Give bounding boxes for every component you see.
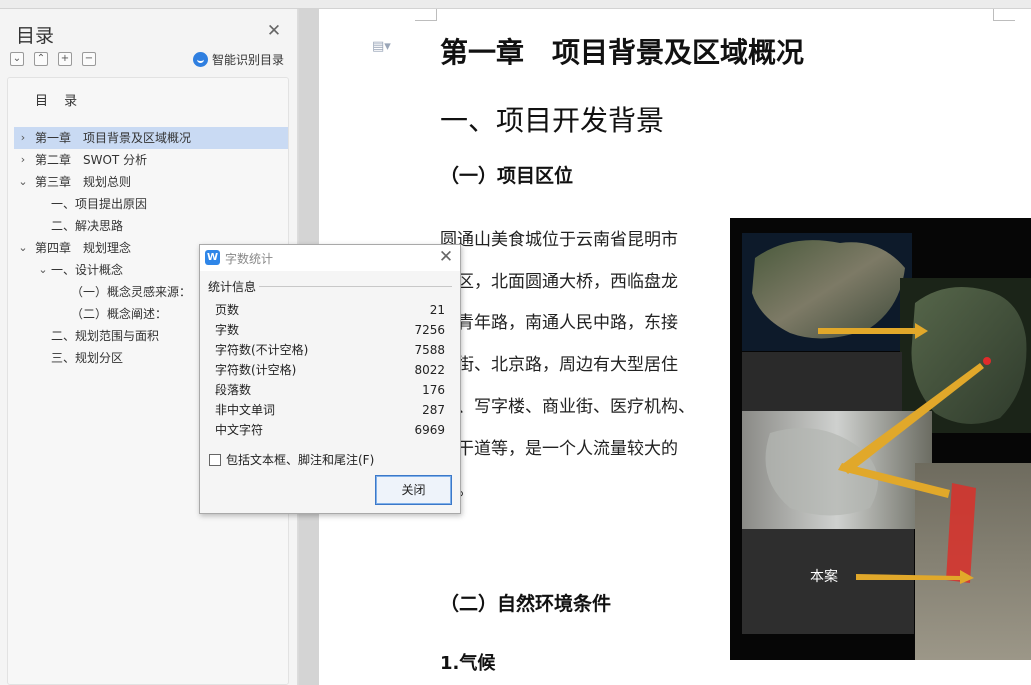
stat-value: 8022 — [414, 363, 445, 377]
close-button[interactable]: 关闭 — [375, 475, 452, 505]
toc-item-label: （一）概念灵感来源： — [71, 285, 192, 299]
section-divider — [259, 286, 452, 287]
dialog-close-icon[interactable]: ✕ — [438, 248, 454, 266]
checkbox-label: 包括文本框、脚注和尾注(F) — [226, 453, 375, 467]
location-paragraph: 圆通山美食城位于云南省昆明市 龙区，北面圆通大桥，西临盘龙 、青年路，南通人民中… — [440, 220, 720, 512]
paragraph-line: 通干道等，是一个人流量较大的 — [440, 438, 678, 459]
subheading-climate: 1.气候 — [440, 653, 496, 674]
toc-item[interactable]: › 第二章 SWOT 分析 — [14, 149, 288, 171]
toc-item[interactable]: 二、解决思路 — [14, 215, 288, 237]
toc-item[interactable]: › 第一章 项目背景及区域概况 — [14, 127, 288, 149]
stat-label: 字符数(不计空格) — [215, 343, 309, 357]
word-count-dialog: W 字数统计 ✕ 统计信息 页数 21 字数 7256 字符数(不计空格) 75… — [199, 244, 461, 514]
dialog-titlebar[interactable]: W 字数统计 ✕ — [200, 245, 460, 271]
paragraph-line: 圆通山美食城位于云南省昆明市 — [440, 230, 678, 250]
stat-value: 7588 — [414, 343, 445, 357]
page-corner-mark-right — [993, 9, 1015, 21]
chevron-right-icon[interactable]: › — [18, 127, 28, 149]
collapse-all-icon[interactable]: ⌄ — [10, 52, 24, 66]
map-site-label: 本案 — [810, 569, 838, 585]
stat-label: 页数 — [215, 303, 240, 317]
include-textboxes-checkbox[interactable]: 包括文本框、脚注和尾注(F) — [209, 451, 374, 468]
stat-row-chinese-chars: 中文字符 6969 — [215, 420, 445, 440]
expand-all-icon[interactable]: ⌃ — [34, 52, 48, 66]
subsection-title-environment: （二）自然环境条件 — [440, 593, 612, 615]
smart-toc-label: 智能识别目录 — [212, 53, 285, 67]
toc-heading: 目 录 — [35, 94, 84, 109]
stat-row-chars-with-spaces: 字符数(计空格) 8022 — [215, 360, 445, 380]
toc-item-label: 一、设计概念 — [51, 263, 124, 277]
toc-close-icon[interactable]: ✕ — [266, 23, 282, 40]
toc-item[interactable]: ⌄ 第三章 规划总则 — [14, 171, 288, 193]
chevron-down-icon[interactable]: ⌄ — [18, 171, 28, 193]
toc-item-label: 第四章 规划理念 — [35, 241, 132, 255]
chevron-down-icon[interactable]: ⌄ — [38, 259, 48, 281]
chapter-title: 第一章 项目背景及区域概况 — [440, 36, 805, 69]
checkbox-box[interactable] — [209, 453, 221, 466]
location-map-image: 本案 — [730, 218, 1031, 660]
stats-table: 页数 21 字数 7256 字符数(不计空格) 7588 字符数(计空格) 80… — [215, 300, 445, 440]
wps-writer-icon: W — [205, 250, 220, 265]
paragraph-line: 龙区，北面圆通大桥，西临盘龙 — [440, 271, 678, 292]
subsection-title-location: （一）项目区位 — [440, 165, 574, 187]
chevron-down-icon[interactable]: ⌄ — [18, 237, 28, 259]
toc-item-label: 二、解决思路 — [51, 219, 124, 233]
stat-value: 7256 — [414, 323, 445, 337]
stat-label: 非中文单词 — [215, 403, 276, 417]
toc-toolbar: ⌄ ⌃ + − — [10, 52, 96, 66]
top-strip — [0, 0, 1031, 9]
location-map-graphic — [730, 218, 1031, 660]
section-title: 一、项目开发背景 — [440, 104, 665, 137]
toc-item-label: 第二章 SWOT 分析 — [35, 153, 148, 167]
smart-toc-button[interactable]: 智能识别目录 — [193, 51, 284, 68]
smart-toc-icon — [193, 52, 208, 67]
stats-section-label: 统计信息 — [208, 280, 257, 294]
stat-label: 字符数(计空格) — [215, 363, 297, 377]
paragraph-line: 、青年路，南通人民中路，东接 — [440, 313, 678, 334]
stat-value: 176 — [422, 383, 445, 397]
stat-label: 段落数 — [215, 383, 252, 397]
stat-row-pages: 页数 21 — [215, 300, 445, 320]
chevron-right-icon[interactable]: › — [18, 149, 28, 171]
toc-item[interactable]: 一、项目提出原因 — [14, 193, 288, 215]
toc-panel-title: 目录 — [16, 25, 55, 47]
toc-item-label: 三、规划分区 — [51, 351, 124, 365]
stat-value: 21 — [429, 303, 445, 317]
stat-row-words: 字数 7256 — [215, 320, 445, 340]
stat-value: 6969 — [414, 423, 445, 437]
remove-level-icon[interactable]: − — [82, 52, 96, 66]
toc-item-label: 二、规划范围与面积 — [51, 329, 160, 343]
paragraph-line: 区、写字楼、商业街、医疗机构、 — [440, 396, 695, 417]
dialog-title: 字数统计 — [225, 252, 274, 266]
stat-value: 287 — [422, 403, 445, 417]
document-outline-icon[interactable]: ▤▾ — [372, 39, 391, 54]
toc-item-label: （二）概念阐述： — [71, 307, 168, 321]
page-corner-mark-left — [415, 9, 437, 21]
toc-item-label: 第一章 项目背景及区域概况 — [35, 131, 192, 145]
toc-item-label: 第三章 规划总则 — [35, 175, 132, 189]
paragraph-line: 域。 — [440, 470, 720, 512]
stat-row-non-chinese-words: 非中文单词 287 — [215, 400, 445, 420]
stat-label: 字数 — [215, 323, 240, 337]
toc-item-label: 一、项目提出原因 — [51, 197, 148, 211]
paragraph-line: 源街、北京路，周边有大型居住 — [440, 355, 678, 376]
stat-row-chars-no-spaces: 字符数(不计空格) 7588 — [215, 340, 445, 360]
stat-row-paragraphs: 段落数 176 — [215, 380, 445, 400]
add-level-icon[interactable]: + — [58, 52, 72, 66]
stat-label: 中文字符 — [215, 423, 264, 437]
